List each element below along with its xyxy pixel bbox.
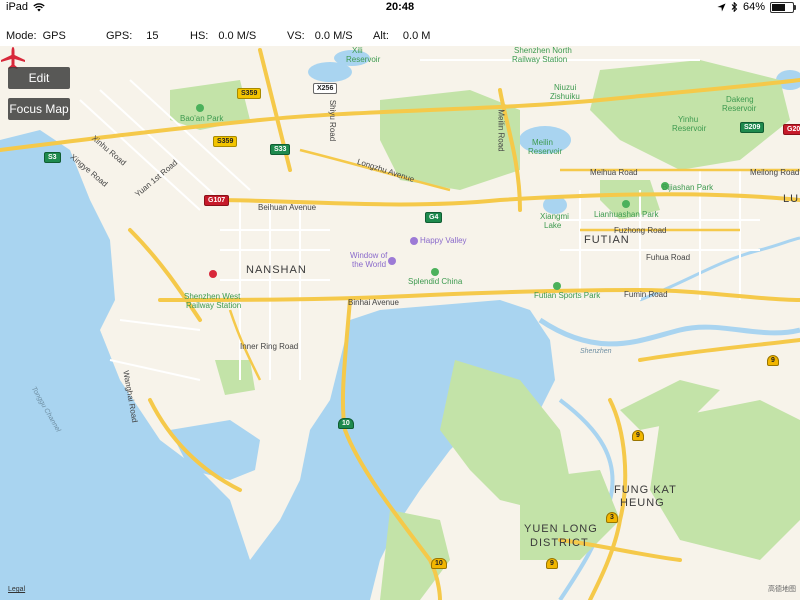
road-label: Binhai Avenue: [348, 298, 400, 307]
park-marker[interactable]: [553, 282, 561, 290]
mode-readout: Mode: GPS: [6, 30, 66, 42]
district-label: FUNG KAT: [614, 484, 677, 496]
mode-value: GPS: [42, 30, 66, 42]
road-shield: 9: [767, 355, 779, 366]
road-label: Beihuan Avenue: [258, 203, 317, 212]
road-label: Fuzhong Road: [614, 226, 667, 235]
road-shield: S209: [740, 122, 765, 133]
bluetooth-icon: [731, 2, 738, 12]
road-shield: 9: [546, 558, 558, 569]
place-label: Xili: [352, 46, 363, 55]
place-label: Yinhu: [678, 115, 699, 124]
place-label: Reservoir: [722, 104, 757, 113]
road-shield: 10: [338, 418, 354, 429]
place-label: Reservoir: [346, 55, 381, 64]
place-label: Lianhuashan Park: [594, 210, 659, 219]
park-marker[interactable]: [431, 268, 439, 276]
alt-label: Alt:: [373, 30, 389, 42]
road-label: Inner Ring Road: [240, 342, 299, 351]
status-bar: iPad 20:48 64%: [0, 0, 800, 16]
railway-station-marker[interactable]: [209, 270, 217, 278]
location-arrow-icon: [717, 2, 726, 12]
road-shield: S33: [270, 144, 291, 155]
road-label: Meilong Road: [750, 168, 800, 177]
place-label: Reservoir: [528, 147, 563, 156]
attraction-marker[interactable]: [388, 257, 396, 265]
place-label: Niuzui: [554, 83, 577, 92]
battery-percent: 64%: [742, 1, 765, 13]
place-label: Happy Valley: [420, 236, 467, 245]
hs-label: HS:: [190, 30, 209, 42]
district-label: HEUNG: [620, 497, 665, 509]
vs-value: 0.0 M/S: [314, 30, 353, 42]
place-label: Bao'an Park: [180, 114, 224, 123]
vs-readout: VS: 0.0 M/S: [287, 30, 353, 42]
legal-link[interactable]: Legal: [8, 586, 25, 593]
road-label: Meilin Road: [496, 109, 506, 152]
road-shield: S359: [213, 136, 238, 147]
battery-icon: [770, 1, 796, 13]
telemetry-bar: Mode: GPS GPS: 15 HS: 0.0 M/S VS: 0.0 M/S Al…: [0, 16, 800, 46]
road-label: Meihua Road: [590, 168, 638, 177]
place-label: Window of: [350, 251, 388, 260]
place-label: Shenzhen West: [184, 292, 241, 301]
gps-value: 15: [146, 30, 159, 42]
road-label: Fumin Road: [624, 290, 668, 299]
district-label: DISTRICT: [530, 537, 589, 549]
district-label: NANSHAN: [246, 264, 307, 276]
status-right: 64%: [717, 1, 796, 13]
focus-map-button[interactable]: Focus Map: [8, 98, 70, 120]
road-shield: X256: [313, 83, 338, 94]
park-marker[interactable]: [196, 104, 204, 112]
river-label: Shenzhen: [580, 348, 612, 355]
place-label: Xiangmi: [540, 212, 569, 221]
alt-readout: Alt: 0.0 M: [373, 30, 430, 42]
place-label: Meilin: [532, 138, 553, 147]
hs-value: 0.0 M/S: [218, 30, 257, 42]
map-provider-label: 高德地图: [768, 586, 796, 593]
road-shield: 9: [632, 430, 644, 441]
road-shield: S3: [44, 152, 61, 163]
place-label: Zishuiku: [550, 92, 580, 101]
place-label: Lake: [544, 221, 562, 230]
place-label: Railway Station: [512, 55, 568, 64]
gps-readout: GPS: 15: [106, 30, 159, 42]
road-shield: S359: [237, 88, 262, 99]
district-label: LU: [783, 193, 800, 205]
hs-readout: HS: 0.0 M/S: [190, 30, 256, 42]
place-label: Splendid China: [408, 277, 463, 286]
road-shield: G205: [783, 124, 800, 135]
road-shield: 3: [606, 512, 618, 523]
attraction-marker[interactable]: [410, 237, 418, 245]
vs-label: VS:: [287, 30, 305, 42]
place-label: the World: [352, 260, 387, 269]
mode-label: Mode:: [6, 30, 37, 42]
road-label: Shiyu Road: [328, 99, 338, 142]
place-label: Reservoir: [672, 124, 707, 133]
place-label: Shenzhen North: [514, 46, 572, 55]
road-shield: 10: [431, 558, 447, 569]
place-label: Railway Station: [186, 301, 242, 310]
gps-label: GPS:: [106, 30, 133, 42]
road-shield: G4: [425, 212, 443, 223]
district-label: FUTIAN: [584, 234, 630, 246]
place-label: Dakeng: [726, 95, 754, 104]
district-label: YUEN LONG: [524, 523, 598, 535]
map-view[interactable]: NANSHAN FUTIAN FUNG KAT HEUNG YUEN LONG …: [0, 46, 800, 600]
place-label: Futian Sports Park: [534, 291, 601, 300]
road-label: Fuhua Road: [646, 253, 691, 262]
edit-button[interactable]: Edit: [8, 67, 70, 89]
park-marker[interactable]: [622, 200, 630, 208]
road-shield: G107: [204, 195, 230, 206]
place-label: Bijiashan Park: [662, 183, 714, 192]
alt-value: 0.0 M: [402, 30, 431, 42]
clock: 20:48: [385, 1, 415, 13]
